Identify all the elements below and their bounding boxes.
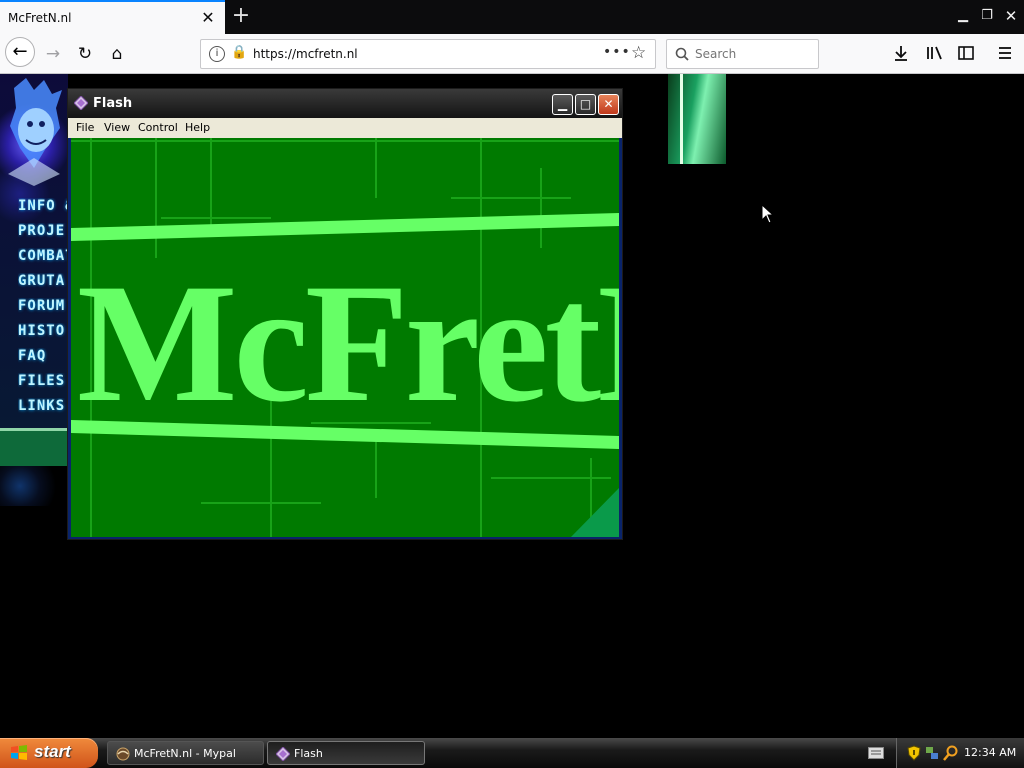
- site-nav-history[interactable]: HISTO: [18, 323, 68, 345]
- site-nav-info[interactable]: INFO &: [18, 198, 68, 220]
- back-icon[interactable]: ←: [5, 37, 35, 67]
- flash-app-icon: [74, 96, 88, 110]
- mouse-cursor-icon: [761, 204, 775, 224]
- tab-title: McFretN.nl: [8, 11, 72, 25]
- site-nav-projects[interactable]: PROJE: [18, 223, 68, 245]
- search-bar[interactable]: [666, 39, 819, 69]
- flash-taskbar-icon: [276, 747, 290, 761]
- windows-logo-icon: [11, 745, 27, 760]
- forward-icon[interactable]: →: [41, 42, 65, 66]
- library-icon[interactable]: [925, 44, 943, 62]
- flash-stage-animation: McFretN: [71, 138, 619, 537]
- flash-close-icon[interactable]: ✕: [598, 94, 619, 115]
- menu-control[interactable]: Control: [138, 121, 178, 134]
- taskbar-task-browser[interactable]: McFretN.nl - Mypal: [107, 741, 264, 765]
- site-nav-combat[interactable]: COMBAT: [18, 248, 68, 270]
- sidebar-toggle-icon[interactable]: [957, 44, 975, 62]
- site-nav-gruta[interactable]: GRUTA: [18, 273, 68, 295]
- site-nav-faq[interactable]: FAQ: [18, 348, 68, 370]
- site-nav-forum[interactable]: FORUM: [18, 298, 68, 320]
- menu-help[interactable]: Help: [185, 121, 210, 134]
- close-tab-icon[interactable]: ✕: [198, 8, 218, 28]
- keyboard-icon[interactable]: [868, 747, 884, 759]
- browser-tab[interactable]: McFretN.nl ✕: [0, 0, 225, 34]
- taskbar: start McFretN.nl - Mypal Flash 12:34 AM: [0, 738, 1024, 768]
- site-mascot-logo: [8, 78, 62, 186]
- system-tray: 12:34 AM: [896, 738, 1024, 768]
- reload-icon[interactable]: ↻: [73, 42, 97, 66]
- start-label: start: [34, 742, 71, 761]
- url-text[interactable]: https://mcfretn.nl: [253, 47, 358, 61]
- lock-icon[interactable]: 🔒: [231, 45, 247, 60]
- flash-window-title: Flash: [93, 96, 133, 111]
- navigation-toolbar: ← → ↻ ⌂ i 🔒 https://mcfretn.nl ••• ☆: [0, 34, 1024, 74]
- new-tab-icon[interactable]: +: [230, 4, 252, 28]
- taskbar-task-flash-label: Flash: [294, 747, 323, 760]
- magnifier-tray-icon[interactable]: [943, 745, 959, 761]
- info-icon[interactable]: i: [209, 46, 225, 62]
- flash-stage-title: McFretN: [77, 249, 619, 437]
- browser-close-icon[interactable]: ✕: [1002, 6, 1020, 26]
- bookmark-star-icon[interactable]: ☆: [631, 43, 646, 63]
- downloads-icon[interactable]: [892, 44, 910, 62]
- network-icon[interactable]: [925, 745, 939, 761]
- taskbar-task-flash[interactable]: Flash: [267, 741, 425, 765]
- flash-window[interactable]: Flash ▁ □ ✕ File View Control Help McFre…: [67, 88, 623, 540]
- site-hex-decoration: [0, 466, 68, 506]
- start-button[interactable]: start: [0, 738, 98, 768]
- flash-titlebar[interactable]: Flash ▁ □ ✕: [68, 89, 622, 118]
- site-nav-links[interactable]: LINKS: [18, 398, 68, 420]
- url-bar[interactable]: i 🔒 https://mcfretn.nl ••• ☆: [200, 39, 656, 69]
- flash-menubar: File View Control Help: [68, 118, 622, 138]
- site-nav-files[interactable]: FILES: [18, 373, 68, 395]
- page-actions-icon[interactable]: •••: [603, 44, 631, 60]
- flash-maximize-icon[interactable]: □: [575, 94, 596, 115]
- home-icon[interactable]: ⌂: [105, 42, 129, 66]
- browser-minimize-icon[interactable]: ▁: [954, 6, 972, 26]
- site-sidebar-footer-bar: [0, 428, 68, 469]
- menu-file[interactable]: File: [76, 121, 94, 134]
- security-shield-icon[interactable]: [907, 745, 921, 761]
- browser-app-icon: [116, 747, 130, 761]
- flash-minimize-icon[interactable]: ▁: [552, 94, 573, 115]
- browser-restore-icon[interactable]: ❐: [978, 6, 996, 26]
- flash-stage[interactable]: McFretN: [71, 138, 619, 537]
- menu-hamburger-icon[interactable]: [996, 44, 1014, 62]
- site-banner-graphic: [668, 74, 726, 164]
- search-icon: [675, 47, 689, 61]
- clock: 12:34 AM: [964, 746, 1017, 759]
- search-input[interactable]: [695, 45, 813, 63]
- site-banner-stripe: [680, 74, 683, 164]
- taskbar-task-browser-label: McFretN.nl - Mypal: [134, 747, 236, 760]
- tab-strip: McFretN.nl ✕ + ▁ ❐ ✕: [0, 0, 1024, 34]
- menu-view[interactable]: View: [104, 121, 130, 134]
